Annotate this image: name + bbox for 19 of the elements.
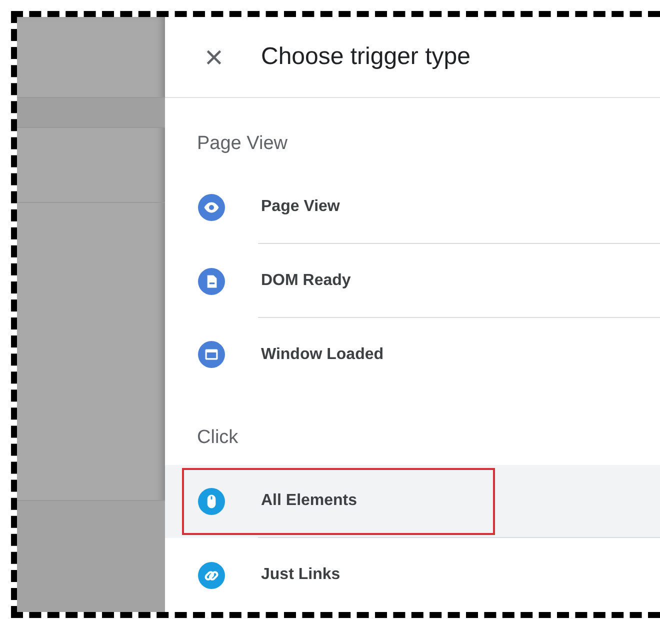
trigger-label: Page View — [261, 198, 340, 216]
window-icon — [198, 341, 225, 368]
trigger-label: Window Loaded — [261, 346, 384, 364]
trigger-label: Just Links — [261, 566, 340, 584]
trigger-label: DOM Ready — [261, 272, 351, 290]
panel-title: Choose trigger type — [261, 42, 470, 71]
trigger-row[interactable]: Page View — [165, 170, 660, 244]
mouse-icon — [198, 488, 225, 515]
trigger-row[interactable]: DOM Ready — [165, 244, 660, 318]
trigger-label: All Elements — [261, 492, 358, 510]
section-heading: Page View — [196, 132, 288, 156]
link-icon — [198, 562, 225, 589]
eye-icon — [198, 194, 225, 221]
trigger-row[interactable]: Just Links — [165, 538, 660, 612]
close-button[interactable]: × — [201, 40, 227, 73]
trigger-row[interactable]: All Elements — [165, 464, 660, 538]
document-icon — [198, 268, 225, 295]
section-heading: Click — [196, 426, 240, 450]
trigger-row[interactable]: Window Loaded — [165, 318, 660, 392]
